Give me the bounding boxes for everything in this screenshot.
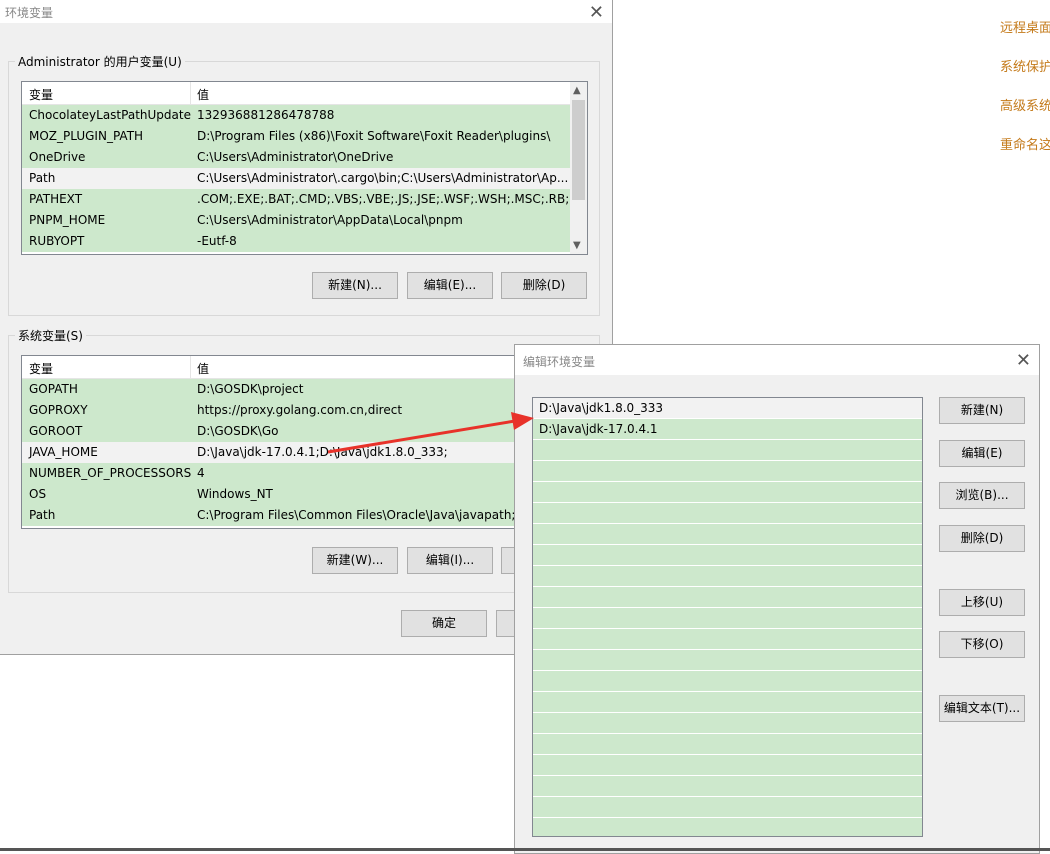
arrow-shaft: [327, 419, 516, 454]
arrow-head: [511, 412, 534, 430]
annotation-arrow: [327, 412, 534, 454]
